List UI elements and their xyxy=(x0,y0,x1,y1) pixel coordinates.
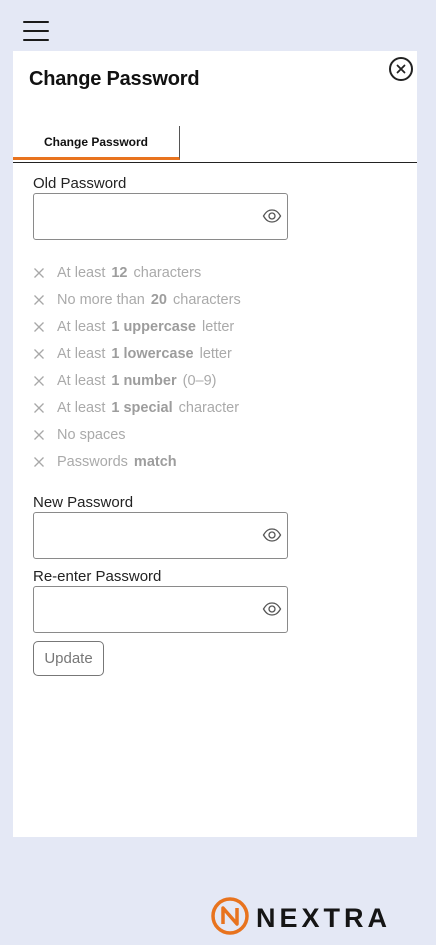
rule-text: At least xyxy=(57,372,106,389)
rule-emphasis: 1 special xyxy=(111,399,173,416)
new-password-input[interactable] xyxy=(42,521,256,551)
rule-suffix: letter xyxy=(199,345,232,362)
brand: NEXTRA xyxy=(210,896,392,941)
reenter-password-input[interactable] xyxy=(42,595,256,625)
rule-text: At least xyxy=(57,264,106,281)
new-password-field xyxy=(33,512,288,559)
rule-emphasis: 1 lowercase xyxy=(111,345,194,362)
rule-text: At least xyxy=(57,399,106,416)
reenter-password-label: Re-enter Password xyxy=(33,568,162,585)
x-icon xyxy=(34,349,44,359)
eye-icon[interactable] xyxy=(262,601,282,617)
password-rules-list: At least 12 characters No more than 20 charac… xyxy=(33,259,241,475)
x-icon xyxy=(34,268,44,278)
rule-text: Passwords xyxy=(57,453,128,470)
password-rule: No more than 20 characters xyxy=(33,286,241,313)
rule-suffix: characters xyxy=(133,264,202,281)
rule-emphasis: match xyxy=(133,453,177,470)
password-rule: At least 1 special character xyxy=(33,394,241,421)
x-icon xyxy=(34,403,44,413)
rule-suffix: letter xyxy=(202,318,235,335)
eye-icon[interactable] xyxy=(262,527,282,543)
old-password-field xyxy=(33,193,288,240)
password-rule: No spaces xyxy=(33,421,241,448)
x-icon xyxy=(34,457,44,467)
old-password-label: Old Password xyxy=(33,175,127,192)
tab-bar: Change Password xyxy=(13,126,417,163)
brand-name: NEXTRA xyxy=(256,902,392,933)
rule-text: At least xyxy=(57,345,106,362)
change-password-panel: Change Password Change Password Old Pass… xyxy=(13,51,417,837)
x-icon xyxy=(34,295,44,305)
rule-suffix: character xyxy=(178,399,240,416)
password-rule: Passwords match xyxy=(33,448,241,475)
rule-emphasis: 1 number xyxy=(111,372,177,389)
rule-suffix: (0–9) xyxy=(182,372,217,389)
tab-change-password[interactable]: Change Password xyxy=(13,126,180,160)
nextra-logo-icon xyxy=(210,896,250,941)
rule-text: At least xyxy=(57,318,106,335)
rule-suffix: characters xyxy=(173,291,241,308)
new-password-label: New Password xyxy=(33,494,134,511)
eye-icon[interactable] xyxy=(262,208,282,224)
panel-title: Change Password xyxy=(29,68,200,90)
rule-emphasis: 12 xyxy=(111,264,128,281)
x-icon xyxy=(34,322,44,332)
old-password-input[interactable] xyxy=(42,202,256,232)
x-icon xyxy=(34,430,44,440)
rule-text: No spaces xyxy=(57,426,126,443)
close-icon[interactable] xyxy=(389,57,413,81)
password-rule: At least 12 characters xyxy=(33,259,241,286)
password-rule: At least 1 number (0–9) xyxy=(33,367,241,394)
rule-text: No more than xyxy=(57,291,145,308)
update-button[interactable]: Update xyxy=(33,641,104,676)
password-rule: At least 1 uppercase letter xyxy=(33,313,241,340)
reenter-password-field xyxy=(33,586,288,633)
password-rule: At least 1 lowercase letter xyxy=(33,340,241,367)
hamburger-menu-icon[interactable] xyxy=(23,19,49,43)
x-icon xyxy=(34,376,44,386)
rule-emphasis: 1 uppercase xyxy=(111,318,196,335)
rule-emphasis: 20 xyxy=(150,291,167,308)
